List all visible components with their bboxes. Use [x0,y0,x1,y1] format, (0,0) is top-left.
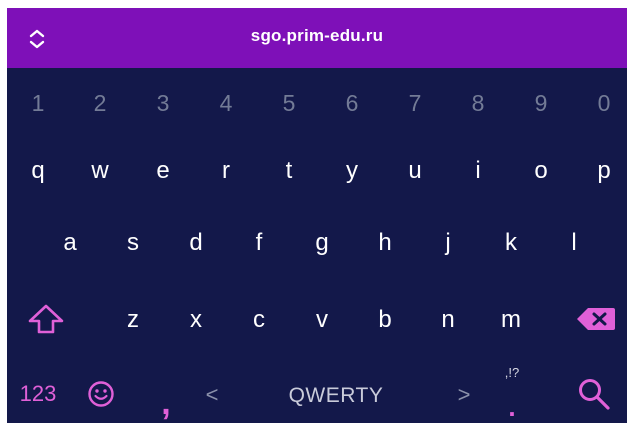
key-w[interactable]: w [87,156,113,186]
key-5[interactable]: 5 [276,88,302,118]
key-6[interactable]: 6 [339,88,365,118]
key-f[interactable]: f [246,228,272,258]
key-c[interactable]: c [246,305,272,335]
key-k[interactable]: k [498,228,524,258]
punctuation-hint: ,!? [504,365,520,380]
key-i[interactable]: i [465,156,491,186]
key-p[interactable]: p [591,156,617,186]
backspace-icon[interactable] [575,306,617,332]
key-d[interactable]: d [183,228,209,258]
key-9[interactable]: 9 [528,88,554,118]
key-h[interactable]: h [372,228,398,258]
prev-layout-arrow[interactable]: < [201,380,223,410]
url-bar[interactable]: sgo.prim-edu.ru [7,8,627,68]
key-7[interactable]: 7 [402,88,428,118]
key-1[interactable]: 1 [25,88,51,118]
key-m[interactable]: m [498,305,524,335]
key-o[interactable]: o [528,156,554,186]
key-j[interactable]: j [435,228,461,258]
search-icon[interactable] [577,377,611,411]
comma-key[interactable]: , [153,386,179,420]
smiley-icon[interactable] [87,380,115,408]
key-a[interactable]: a [57,228,83,258]
key-0[interactable]: 0 [591,88,617,118]
key-g[interactable]: g [309,228,335,258]
period-key[interactable]: . [501,392,523,422]
key-u[interactable]: u [402,156,428,186]
key-x[interactable]: x [183,305,209,335]
key-4[interactable]: 4 [213,88,239,118]
key-b[interactable]: b [372,305,398,335]
key-l[interactable]: l [561,228,587,258]
key-z[interactable]: z [120,305,146,335]
space-bar-layout-label[interactable]: QWERTY [273,381,399,411]
key-e[interactable]: e [150,156,176,186]
key-v[interactable]: v [309,305,335,335]
key-8[interactable]: 8 [465,88,491,118]
key-y[interactable]: y [339,156,365,186]
next-layout-arrow[interactable]: > [453,380,475,410]
url-text[interactable]: sgo.prim-edu.ru [7,26,627,46]
key-n[interactable]: n [435,305,461,335]
key-2[interactable]: 2 [87,88,113,118]
key-t[interactable]: t [276,156,302,186]
key-s[interactable]: s [120,228,146,258]
key-q[interactable]: q [25,156,51,186]
symbols-key[interactable]: 123 [12,379,64,409]
browser-keyboard-screen: sgo.prim-edu.ru 1 2 3 4 5 6 7 8 9 0 q w … [7,8,627,423]
shift-arrow-icon[interactable] [26,303,66,335]
key-r[interactable]: r [213,156,239,186]
key-3[interactable]: 3 [150,88,176,118]
